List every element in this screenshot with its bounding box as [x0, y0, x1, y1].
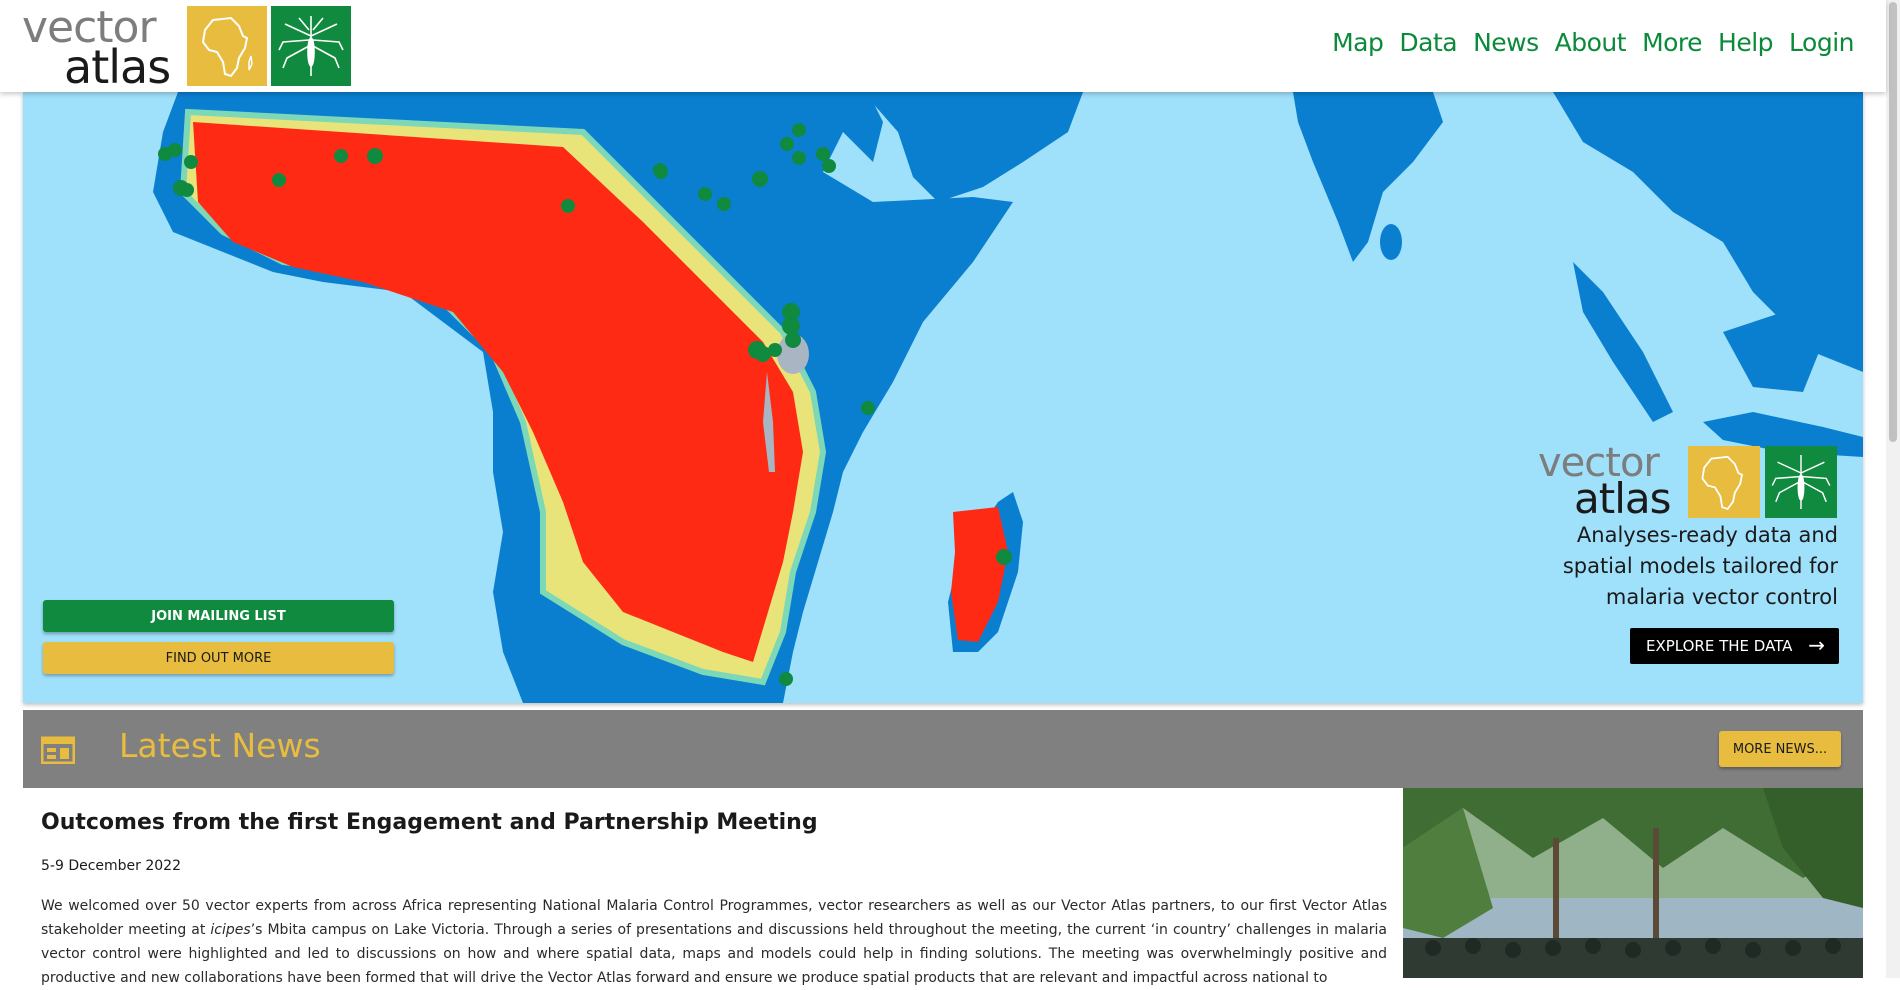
tagline-line-3: malaria vector control — [1605, 585, 1838, 609]
more-news-button[interactable]: MORE NEWS... — [1719, 731, 1841, 767]
article-body-emphasis: icipes — [210, 922, 251, 938]
mosquito-logo-icon — [271, 6, 351, 86]
nav-about[interactable]: About — [1555, 28, 1627, 57]
nav-login[interactable]: Login — [1789, 28, 1854, 57]
join-mailing-list-button[interactable]: JOIN MAILING LIST — [43, 600, 394, 632]
explore-label: EXPLORE THE DATA — [1646, 637, 1793, 655]
africa-logo-icon — [187, 6, 267, 86]
article-date: 5-9 December 2022 — [41, 858, 181, 874]
nav-data[interactable]: Data — [1399, 28, 1457, 57]
tagline-line-1: Analyses-ready data and — [1576, 523, 1838, 547]
nav-more[interactable]: More — [1642, 28, 1702, 57]
hero-africa-logo-icon — [1688, 446, 1760, 518]
site-header: vector atlas Map Data News About More He… — [0, 0, 1886, 94]
logo-word-atlas: atlas — [64, 40, 171, 94]
nav-map[interactable]: Map — [1332, 28, 1384, 57]
hero-logo-word-atlas: atlas — [1574, 474, 1671, 523]
explore-the-data-button[interactable]: EXPLORE THE DATA → — [1630, 628, 1839, 664]
nav-news[interactable]: News — [1473, 28, 1539, 57]
latest-news-heading: Latest News — [119, 726, 321, 765]
news-article: Outcomes from the first Engagement and P… — [23, 788, 1403, 986]
nav-help[interactable]: Help — [1718, 28, 1774, 57]
find-out-more-button[interactable]: FIND OUT MORE — [43, 642, 394, 674]
article-photo — [1403, 788, 1863, 978]
page-scrollbar[interactable] — [1886, 0, 1900, 978]
hero-map-banner: JOIN MAILING LIST FIND OUT MORE vector a… — [23, 92, 1863, 703]
article-body: We welcomed over 50 vector experts from … — [41, 894, 1387, 990]
article-title[interactable]: Outcomes from the first Engagement and P… — [41, 810, 818, 835]
vector-atlas-logo[interactable]: vector atlas — [22, 2, 172, 94]
hero-mosquito-logo-icon — [1765, 446, 1837, 518]
latest-news-bar: Latest News MORE NEWS... — [23, 710, 1863, 788]
tagline-line-2: spatial models tailored for — [1562, 554, 1838, 578]
main-nav: Map Data News About More Help Login — [1332, 28, 1854, 57]
hero-tagline: Analyses-ready data and spatial models t… — [1538, 520, 1838, 613]
calendar-icon — [40, 734, 76, 768]
scrollbar-thumb[interactable] — [1889, 2, 1897, 442]
arrow-right-icon: → — [1808, 633, 1825, 657]
